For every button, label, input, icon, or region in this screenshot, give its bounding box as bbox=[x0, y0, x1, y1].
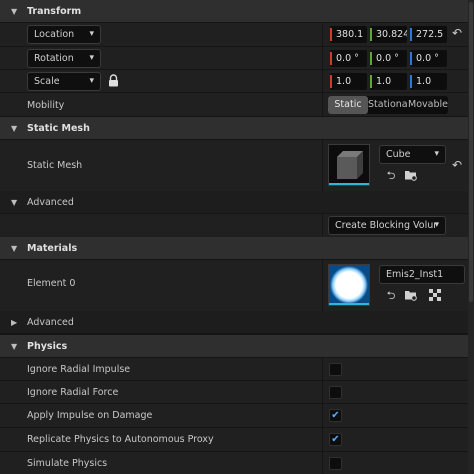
material-thumbnail[interactable] bbox=[328, 264, 370, 306]
mobility-option-movable[interactable]: Movable bbox=[408, 96, 448, 114]
collapse-arrow-icon: ▼ bbox=[11, 123, 18, 133]
reset-icon[interactable]: ↶ bbox=[452, 158, 462, 172]
column-divider bbox=[322, 260, 323, 312]
material-asset-dropdown[interactable]: Emis2_Inst1 bbox=[379, 265, 465, 284]
rotation-row: Rotation ▾ 0.0 ° 0.0 ° 0.0 ° bbox=[0, 46, 468, 70]
physics-row: Simulate Physics bbox=[0, 451, 468, 474]
location-z-field[interactable]: 272.5 bbox=[410, 26, 447, 43]
apply-impulse-on-damage-checkbox[interactable]: ✔ bbox=[329, 409, 342, 422]
expand-arrow-icon: ▶ bbox=[11, 317, 18, 327]
chevron-down-icon: ▾ bbox=[89, 29, 94, 39]
physics-row-label: Apply Impulse on Damage bbox=[27, 410, 153, 421]
column-divider bbox=[322, 452, 323, 474]
rotation-y-field[interactable]: 0.0 ° bbox=[370, 50, 407, 67]
mobility-row: Mobility Static Stationary Movable bbox=[0, 92, 468, 117]
chevron-down-icon: ▾ bbox=[434, 220, 439, 230]
static-mesh-asset-dropdown[interactable]: Cube ▾ bbox=[379, 145, 446, 164]
physics-row: Apply Impulse on Damage ✔ bbox=[0, 403, 468, 428]
details-panel: ▼ Transform Location ▾ 380.1 30.824 272.… bbox=[0, 0, 474, 474]
column-divider bbox=[322, 70, 323, 93]
blocking-volume-row: Create Blocking Volume ▾ bbox=[0, 213, 468, 238]
scale-z-field[interactable]: 1.0 bbox=[410, 73, 447, 90]
create-blocking-volume-dropdown[interactable]: Create Blocking Volume ▾ bbox=[328, 216, 446, 235]
rotation-z-field[interactable]: 0.0 ° bbox=[410, 50, 447, 67]
column-divider bbox=[322, 358, 323, 381]
scale-row: Scale ▾ 1.0 1.0 1.0 bbox=[0, 69, 468, 93]
section-title: Materials bbox=[27, 242, 78, 254]
physics-row: Ignore Radial Impulse bbox=[0, 357, 468, 381]
column-divider bbox=[322, 381, 323, 404]
collapse-arrow-icon: ▼ bbox=[11, 6, 18, 16]
location-row: Location ▾ 380.1 30.824 272.5 ↶ bbox=[0, 22, 468, 47]
section-title: Transform bbox=[27, 5, 82, 17]
section-materials[interactable]: ▼ Materials bbox=[0, 237, 468, 259]
collapse-arrow-icon: ▼ bbox=[11, 197, 18, 207]
physics-row-label: Ignore Radial Impulse bbox=[27, 364, 131, 375]
mobility-selector[interactable]: Static Stationary Movable bbox=[328, 96, 448, 114]
mobility-label: Mobility bbox=[27, 100, 65, 111]
physics-row: Ignore Radial Force bbox=[0, 380, 468, 404]
section-physics[interactable]: ▼ Physics bbox=[0, 335, 468, 357]
reset-icon[interactable]: ↶ bbox=[452, 26, 462, 40]
column-divider bbox=[322, 23, 323, 47]
browse-arrow-icon[interactable]: ⮌ bbox=[384, 169, 398, 183]
section-transform[interactable]: ▼ Transform bbox=[0, 0, 468, 22]
rotation-x-field[interactable]: 0.0 ° bbox=[330, 50, 367, 67]
static-mesh-label: Static Mesh bbox=[27, 160, 83, 171]
static-mesh-row: Static Mesh Cube ▾ ⮌ ↶ bbox=[0, 139, 468, 192]
column-divider bbox=[322, 47, 323, 70]
ignore-radial-force-checkbox[interactable] bbox=[329, 386, 342, 399]
column-divider bbox=[322, 93, 323, 117]
replicate-physics-checkbox[interactable]: ✔ bbox=[329, 433, 342, 446]
rotation-dropdown[interactable]: Rotation ▾ bbox=[27, 49, 101, 68]
physics-row-label: Simulate Physics bbox=[27, 458, 108, 469]
location-x-field[interactable]: 380.1 bbox=[330, 26, 367, 43]
section-title: Physics bbox=[27, 340, 68, 352]
checker-texture-icon[interactable] bbox=[428, 289, 442, 303]
ignore-radial-impulse-checkbox[interactable] bbox=[329, 363, 342, 376]
collapse-arrow-icon: ▼ bbox=[11, 341, 18, 351]
folder-search-icon[interactable] bbox=[404, 169, 418, 183]
physics-row: Replicate Physics to Autonomous Proxy ✔ bbox=[0, 427, 468, 452]
browse-arrow-icon[interactable]: ⮌ bbox=[384, 289, 398, 303]
location-y-field[interactable]: 30.824 bbox=[370, 26, 407, 43]
column-divider bbox=[322, 404, 323, 428]
cube-icon bbox=[337, 151, 363, 179]
physics-row-label: Ignore Radial Force bbox=[27, 387, 119, 398]
material-element-row: Element 0 Emis2_Inst1 ⮌ bbox=[0, 259, 468, 312]
location-dropdown[interactable]: Location ▾ bbox=[27, 25, 101, 44]
lock-icon[interactable] bbox=[108, 74, 119, 87]
collapse-arrow-icon: ▼ bbox=[11, 243, 18, 253]
simulate-physics-checkbox[interactable] bbox=[329, 457, 342, 470]
glowing-sphere-icon bbox=[329, 265, 369, 305]
scale-dropdown[interactable]: Scale ▾ bbox=[27, 72, 101, 91]
thumbnail-accent-bar bbox=[329, 303, 369, 305]
physics-row-label: Replicate Physics to Autonomous Proxy bbox=[27, 434, 214, 445]
mobility-option-stationary[interactable]: Stationary bbox=[368, 96, 408, 114]
column-divider bbox=[322, 428, 323, 452]
thumbnail-accent-bar bbox=[329, 183, 369, 185]
checkmark-icon: ✔ bbox=[331, 410, 340, 421]
chevron-down-icon: ▾ bbox=[434, 149, 439, 159]
advanced-group-1[interactable]: ▼ Advanced bbox=[0, 191, 468, 213]
chevron-down-icon: ▾ bbox=[89, 76, 94, 86]
advanced-group-2[interactable]: ▶ Advanced bbox=[0, 311, 468, 333]
scrollbar-thumb[interactable] bbox=[469, 2, 473, 302]
scale-y-field[interactable]: 1.0 bbox=[370, 73, 407, 90]
static-mesh-thumbnail[interactable] bbox=[328, 144, 370, 186]
column-divider bbox=[322, 140, 323, 192]
material-element-label: Element 0 bbox=[27, 278, 76, 289]
mobility-option-static[interactable]: Static bbox=[328, 96, 368, 114]
folder-search-icon[interactable] bbox=[404, 289, 418, 303]
section-static-mesh[interactable]: ▼ Static Mesh bbox=[0, 117, 468, 139]
column-divider bbox=[322, 214, 323, 238]
chevron-down-icon: ▾ bbox=[89, 53, 94, 63]
scale-x-field[interactable]: 1.0 bbox=[330, 73, 367, 90]
scrollbar[interactable] bbox=[468, 0, 474, 474]
section-title: Static Mesh bbox=[27, 122, 90, 134]
checkmark-icon: ✔ bbox=[331, 434, 340, 445]
